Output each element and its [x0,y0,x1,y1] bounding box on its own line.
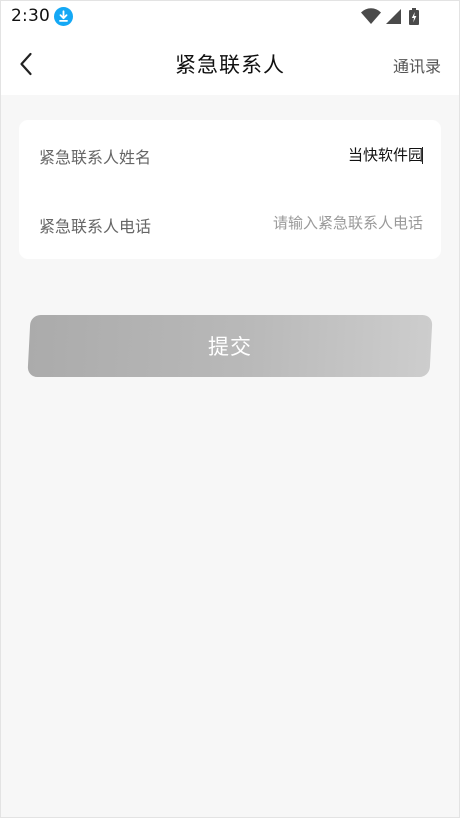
emergency-contact-form: 紧急联系人姓名 紧急联系人电话 [19,120,441,259]
signal-icon [386,9,401,24]
name-input[interactable] [223,140,423,168]
status-icons [346,8,426,26]
status-bar: 2:30 [1,1,459,33]
name-label: 紧急联系人姓名 [39,148,152,167]
download-icon [54,7,73,26]
phone-row: 紧急联系人电话 [19,189,441,258]
page-title: 紧急联系人 [175,53,285,77]
wifi-icon [361,8,381,24]
submit-button[interactable]: 提交 [27,315,433,377]
contacts-link[interactable]: 通讯录 [393,53,441,77]
status-time: 2:30 [11,6,50,26]
text-cursor [422,147,423,164]
nav-bar: 紧急联系人 通讯录 [1,33,459,95]
app-screen: 2:30 紧急联系人 通讯录 紧急联系人姓名 当快软件园 紧急联系人电话 请输入… [0,0,460,818]
phone-input[interactable] [223,209,423,237]
phone-label: 紧急联系人电话 [39,217,152,236]
name-row: 紧急联系人姓名 [19,120,441,189]
submit-label: 提交 [208,335,252,359]
battery-charging-icon [409,8,419,25]
